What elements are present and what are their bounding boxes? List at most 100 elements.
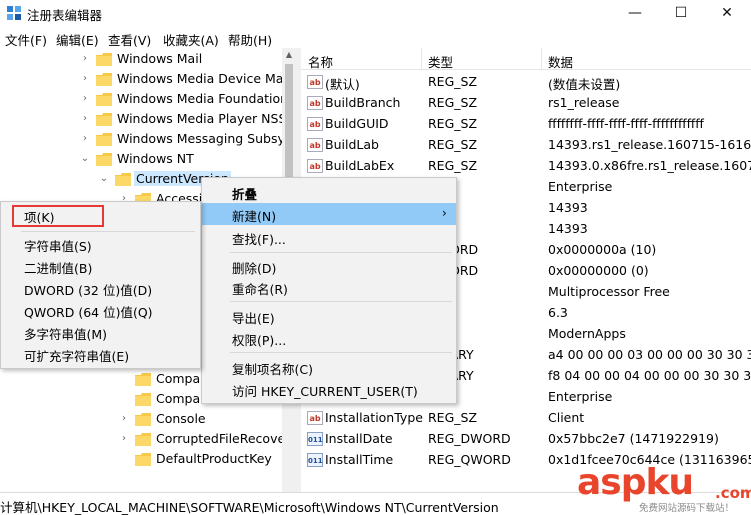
folder-open-icon: [115, 173, 131, 186]
menu-item-delete[interactable]: 删除(D): [202, 255, 456, 277]
chevron-right-icon[interactable]: ›: [80, 133, 90, 145]
watermark-slogan: 免费网站源码下载站！: [639, 503, 735, 514]
scroll-up-icon[interactable]: ▲: [282, 48, 296, 62]
value-type: REG_SZ: [428, 410, 478, 425]
value-data: 14393: [548, 221, 588, 236]
chevron-down-icon[interactable]: ⌄: [80, 153, 90, 165]
menu-item-label: 访问 HKEY_CURRENT_USER(T): [232, 384, 418, 399]
tree-node-label[interactable]: Windows Mail: [117, 51, 202, 66]
folder-icon: [135, 393, 151, 406]
tree-node-label[interactable]: Windows Media Device Ma: [117, 71, 283, 86]
chevron-right-icon[interactable]: [119, 373, 129, 385]
title-bar: 注册表编辑器 — ☐ ✕: [0, 0, 751, 26]
submenu-item-string-value[interactable]: 字符串值(S): [1, 233, 200, 255]
value-name: BuildGUID: [325, 116, 389, 131]
menu-item-label: 导出(E): [232, 311, 275, 326]
value-data: rs1_release: [548, 95, 620, 110]
table-row[interactable]: ab (默认) REG_SZ (数值未设置): [301, 72, 751, 93]
chevron-right-icon[interactable]: ›: [119, 413, 129, 425]
menu-item-export[interactable]: 导出(E): [202, 305, 456, 327]
tree-node-label[interactable]: Windows Messaging Subsy: [117, 131, 285, 146]
submenu-item-multi-string-value[interactable]: 多字符串值(M): [1, 321, 200, 343]
scrollbar-thumb[interactable]: [285, 64, 293, 184]
table-row[interactable]: ab BuildLabEx REG_SZ 14393.0.x86fre.rs1_rel…: [301, 156, 751, 177]
folder-icon: [135, 453, 151, 466]
maximize-button[interactable]: ☐: [658, 0, 704, 26]
tree-node-label[interactable]: Compa: [156, 371, 200, 386]
menu-item-label: 可扩充字符串值(E): [24, 349, 130, 364]
tree-node-label[interactable]: DefaultProductKey: [156, 451, 272, 466]
column-divider[interactable]: [541, 48, 542, 70]
folder-icon: [96, 113, 112, 126]
chevron-right-icon[interactable]: ›: [119, 433, 129, 445]
binary-value-icon: 011: [307, 453, 323, 467]
menu-help[interactable]: 帮助(H): [228, 30, 272, 49]
value-data: 0x0000000a (10): [548, 242, 657, 257]
menu-item-new[interactable]: 新建(N) ›: [202, 203, 456, 225]
menu-bar: 文件(F) 编辑(E) 查看(V) 收藏夹(A) 帮助(H): [0, 26, 751, 48]
value-data: 14393.0.x86fre.rs1_release.1607: [548, 158, 751, 173]
chevron-down-icon[interactable]: ⌄: [99, 173, 109, 185]
chevron-right-icon[interactable]: ›: [80, 93, 90, 105]
tree-node-label[interactable]: CorruptedFileRecove: [156, 431, 285, 446]
menu-item-label: 权限(P)...: [232, 333, 287, 348]
chevron-right-icon[interactable]: ›: [80, 73, 90, 85]
tree-node-label[interactable]: Console: [156, 411, 206, 426]
table-row[interactable]: ab BuildBranch REG_SZ rs1_release: [301, 93, 751, 114]
menu-item-copy-key-name[interactable]: 复制项名称(C): [202, 356, 456, 378]
column-header-name[interactable]: 名称: [308, 52, 333, 71]
close-button[interactable]: ✕: [704, 0, 750, 26]
registry-editor-icon: [7, 6, 21, 20]
folder-icon: [96, 93, 112, 106]
chevron-right-icon[interactable]: [119, 393, 129, 405]
value-type: REG_SZ: [428, 116, 478, 131]
column-divider[interactable]: [421, 48, 422, 70]
tree-node-label[interactable]: Windows Media Foundation: [117, 91, 288, 106]
value-name: InstallDate: [325, 431, 393, 446]
menu-item-permissions[interactable]: 权限(P)...: [202, 327, 456, 349]
value-data: ffffffff-ffff-ffff-ffff-ffffffffffff: [548, 116, 704, 131]
table-row[interactable]: ab InstallationType REG_SZ Client: [301, 408, 751, 429]
menu-favorites[interactable]: 收藏夹(A): [163, 30, 219, 49]
menu-file[interactable]: 文件(F): [5, 30, 47, 49]
string-value-icon: ab: [307, 138, 323, 152]
menu-view[interactable]: 查看(V): [108, 30, 151, 49]
submenu-item-binary-value[interactable]: 二进制值(B): [1, 255, 200, 277]
site-watermark: aspku .com 免费网站源码下载站！: [577, 462, 751, 514]
tree-node-label[interactable]: Windows Media Player NSS: [117, 111, 286, 126]
chevron-right-icon[interactable]: [119, 453, 129, 465]
chevron-right-icon[interactable]: ›: [80, 53, 90, 65]
tree-node-label[interactable]: Windows NT: [117, 151, 194, 166]
menu-item-rename[interactable]: 重命名(R): [202, 276, 456, 298]
value-data: 14393.rs1_release.160715-1616: [548, 137, 751, 152]
highlight-box: [12, 205, 104, 227]
table-row[interactable]: ab BuildLab REG_SZ 14393.rs1_release.160715…: [301, 135, 751, 156]
value-data: Enterprise: [548, 389, 613, 404]
menu-edit[interactable]: 编辑(E): [56, 30, 99, 49]
submenu-item-dword-value[interactable]: DWORD (32 位)值(D): [1, 277, 200, 299]
binary-value-icon: 011: [307, 432, 323, 446]
menu-item-label: 二进制值(B): [24, 261, 93, 276]
tree-node-label[interactable]: Compa: [156, 391, 200, 406]
chevron-right-icon[interactable]: ›: [80, 113, 90, 125]
value-type: REG_SZ: [428, 158, 478, 173]
string-value-icon: ab: [307, 411, 323, 425]
menu-item-collapse[interactable]: 折叠: [202, 181, 456, 203]
menu-item-label: QWORD (64 位)值(Q): [24, 305, 153, 320]
submenu-item-expandable-string-value[interactable]: 可扩充字符串值(E): [1, 343, 200, 365]
menu-item-find[interactable]: 查找(F)...: [202, 226, 456, 248]
value-data: a4 00 00 00 03 00 00 00 30 30 3: [548, 347, 751, 362]
folder-open-icon: [96, 153, 112, 166]
menu-item-goto-hkcu[interactable]: 访问 HKEY_CURRENT_USER(T): [202, 378, 456, 400]
key-path: 计算机\HKEY_LOCAL_MACHINE\SOFTWARE\Microsof…: [0, 500, 499, 515]
menu-item-label: 复制项名称(C): [232, 362, 313, 377]
table-row[interactable]: ab BuildGUID REG_SZ ffffffff-ffff-ffff-ffff…: [301, 114, 751, 135]
table-row[interactable]: 011 InstallDate REG_DWORD 0x57bbc2e7 (14719…: [301, 429, 751, 450]
column-header-type[interactable]: 类型: [428, 52, 453, 71]
value-data: Client: [548, 410, 585, 425]
submenu-item-qword-value[interactable]: QWORD (64 位)值(Q): [1, 299, 200, 321]
watermark-brand: aspku: [577, 462, 694, 503]
column-header-data[interactable]: 数据: [548, 52, 573, 71]
value-data: ModernApps: [548, 326, 626, 341]
minimize-button[interactable]: —: [612, 0, 658, 26]
